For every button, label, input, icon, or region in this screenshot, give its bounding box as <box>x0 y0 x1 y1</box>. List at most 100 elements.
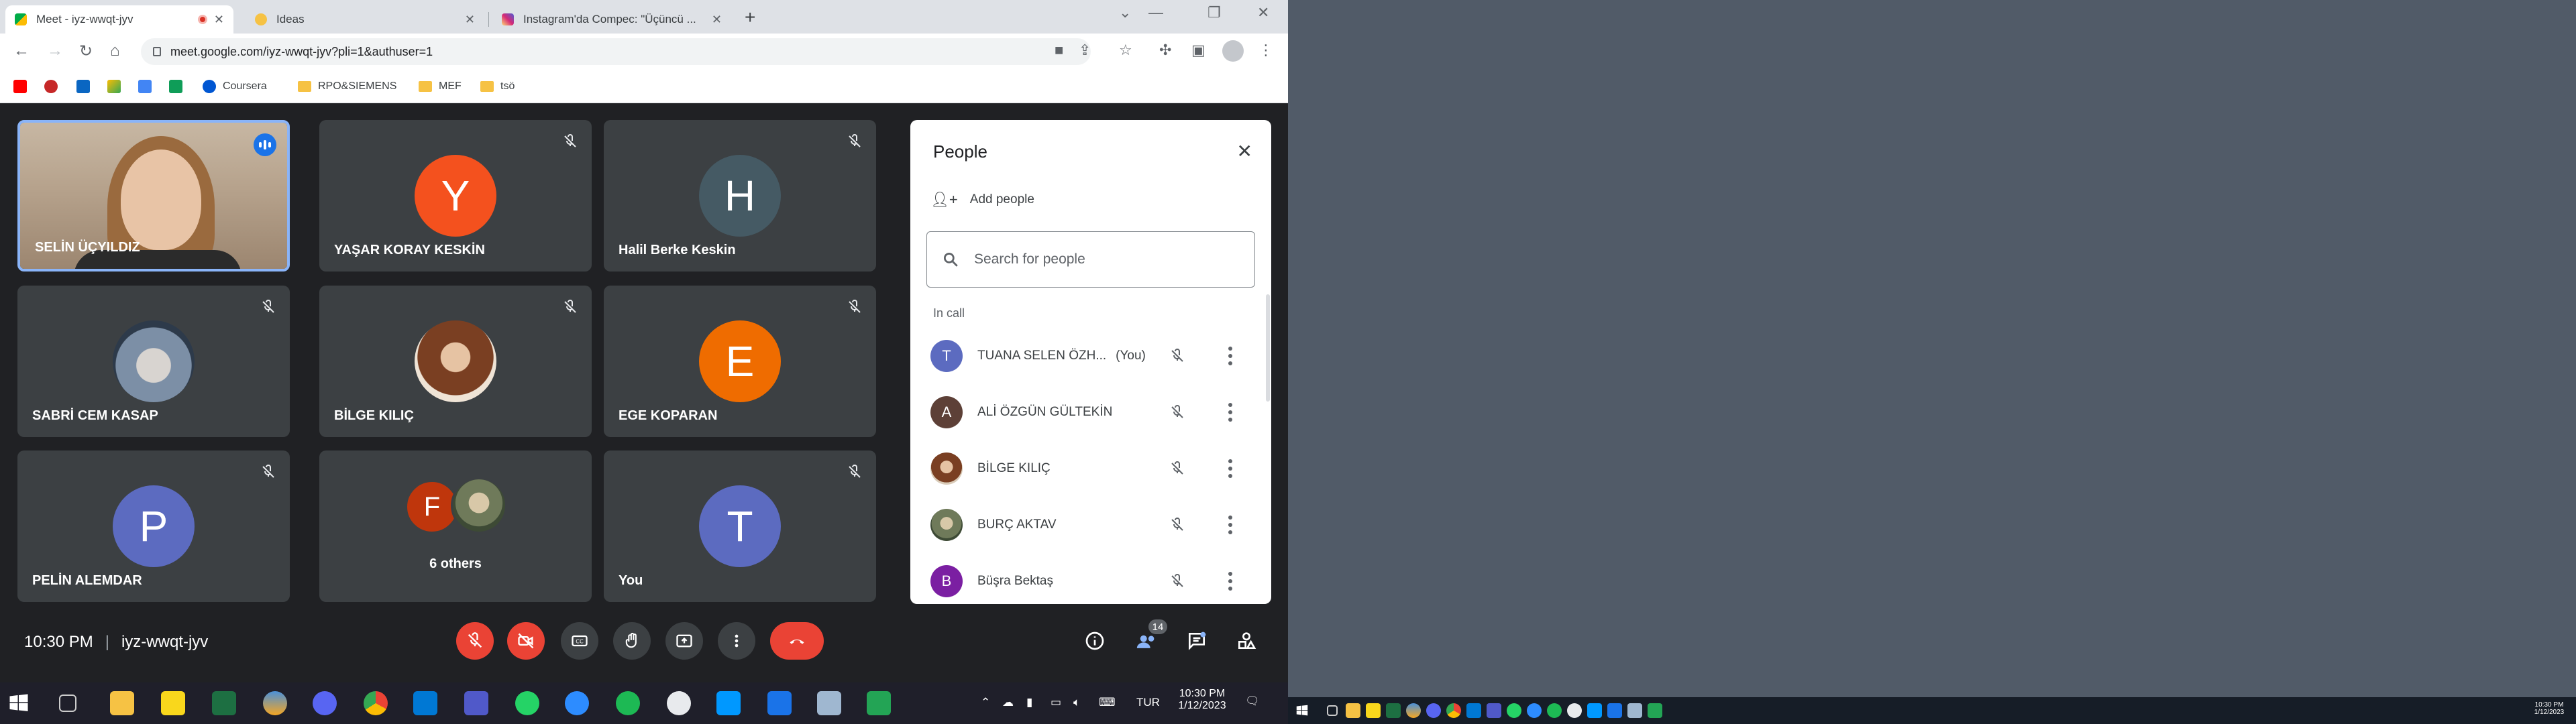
input-language[interactable]: TUR <box>1136 696 1160 709</box>
windows-start-icon[interactable] <box>7 691 31 715</box>
sticky-notes-icon[interactable] <box>161 691 185 715</box>
share-icon[interactable]: ⇪ <box>1079 42 1091 59</box>
tab-meet[interactable]: Meet - iyz-wwqt-jyv ✕ <box>5 5 233 34</box>
app-icon[interactable] <box>667 691 691 715</box>
close-tab-icon[interactable]: ✕ <box>712 13 722 27</box>
usb-icon[interactable]: ▮ <box>1026 696 1032 709</box>
tab-ideas[interactable]: Ideas ✕ <box>246 5 484 34</box>
profile-avatar[interactable] <box>1222 40 1244 62</box>
mic-toggle-button[interactable] <box>456 622 494 660</box>
app-icon[interactable] <box>1648 703 1662 718</box>
person-row[interactable]: A ALİ ÖZGÜN GÜLTEKİN <box>930 392 1259 432</box>
more-options-icon[interactable] <box>1228 459 1232 478</box>
spotify-icon[interactable] <box>616 691 640 715</box>
camera-in-use-icon[interactable]: ■ <box>1055 42 1063 59</box>
zoom-icon[interactable] <box>565 691 589 715</box>
bookmark-docs[interactable] <box>138 78 158 95</box>
vscode-icon[interactable] <box>716 691 741 715</box>
home-button[interactable]: ⌂ <box>110 42 120 60</box>
mic-off-icon[interactable] <box>1169 517 1185 533</box>
new-tab-button[interactable]: + <box>745 7 755 28</box>
excel-icon[interactable] <box>1386 703 1401 718</box>
bookmark-folder-mef[interactable]: MEF <box>419 78 462 95</box>
sticky-notes-icon[interactable] <box>1366 703 1381 718</box>
bookmark-folder-tso[interactable]: tsö <box>480 78 515 95</box>
taskbar-clock[interactable]: 10:30 PM 1/12/2023 <box>1173 688 1232 712</box>
more-options-icon[interactable] <box>1228 347 1232 365</box>
teams-icon[interactable] <box>464 691 488 715</box>
participant-tile[interactable]: Y YAŞAR KORAY KESKİN <box>319 120 592 272</box>
more-options-icon[interactable] <box>1228 516 1232 534</box>
keyboard-icon[interactable]: ⌨ <box>1099 696 1116 709</box>
chrome-icon[interactable] <box>1446 703 1461 718</box>
participant-tile[interactable]: SELİN ÜÇYILDIZ <box>17 120 290 272</box>
vscode-icon[interactable] <box>1587 703 1602 718</box>
app-icon[interactable] <box>1406 703 1421 718</box>
chrome-icon[interactable] <box>364 691 388 715</box>
more-options-icon[interactable] <box>1228 403 1232 422</box>
whatsapp-icon[interactable] <box>515 691 539 715</box>
spotify-icon[interactable] <box>1547 703 1562 718</box>
network-icon[interactable]: ▭ <box>1051 696 1061 709</box>
bookmark-star-icon[interactable]: ☆ <box>1119 42 1132 59</box>
present-button[interactable] <box>665 622 703 660</box>
task-view-icon[interactable] <box>59 695 76 712</box>
mic-off-icon[interactable] <box>1169 461 1185 477</box>
bookmark-folder-rpo[interactable]: RPO&SIEMENS <box>298 78 396 95</box>
discord-icon[interactable] <box>313 691 337 715</box>
participant-tile[interactable]: BİLGE KILIÇ <box>319 286 592 437</box>
meeting-info-button[interactable] <box>1084 630 1106 655</box>
self-tile[interactable]: T You <box>604 450 876 602</box>
leave-call-button[interactable] <box>770 622 824 660</box>
menu-icon[interactable]: ⋮ <box>1258 42 1273 59</box>
file-explorer-icon[interactable] <box>1346 703 1360 718</box>
excel-icon[interactable] <box>212 691 236 715</box>
people-button[interactable]: 14 <box>1135 618 1169 656</box>
bookmark-app[interactable] <box>44 78 64 95</box>
more-options-icon[interactable] <box>1228 572 1232 591</box>
restore-button[interactable]: ❐ <box>1208 4 1221 21</box>
captions-button[interactable]: CC <box>561 622 598 660</box>
reload-button[interactable]: ↻ <box>79 42 93 61</box>
side-panel-icon[interactable]: ▣ <box>1191 42 1205 59</box>
back-button[interactable]: ← <box>13 42 30 60</box>
app-icon[interactable] <box>1627 703 1642 718</box>
minimize-button[interactable]: — <box>1148 4 1163 21</box>
tab-search-icon[interactable]: ⌄ <box>1119 4 1131 21</box>
taskbar-clock[interactable]: 10:30 PM 1/12/2023 <box>2528 701 2571 716</box>
task-view-icon[interactable] <box>1327 705 1338 716</box>
close-panel-icon[interactable]: ✕ <box>1237 140 1252 162</box>
others-tile[interactable]: F 6 others <box>319 450 592 602</box>
bookmark-linkedin[interactable] <box>76 78 97 95</box>
extensions-icon[interactable]: ✣ <box>1159 42 1171 59</box>
person-row[interactable]: BURÇ AKTAV <box>930 505 1259 545</box>
activities-button[interactable] <box>1236 630 1257 655</box>
person-row[interactable]: B Büşra Bektaş <box>930 561 1259 601</box>
search-people-input[interactable]: Search for people <box>926 231 1255 288</box>
close-tab-icon[interactable]: ✕ <box>465 13 475 27</box>
tab-instagram[interactable]: Instagram'da Compec: "Üçüncü ... ✕ <box>492 5 731 34</box>
add-people-button[interactable]: 👤︎+ Add people <box>930 191 1034 208</box>
app-icon[interactable] <box>1607 703 1622 718</box>
mic-off-icon[interactable] <box>1169 348 1185 364</box>
tray-chevron-icon[interactable]: ⌃ <box>981 696 990 709</box>
file-explorer-icon[interactable] <box>110 691 134 715</box>
participant-tile[interactable]: P PELİN ALEMDAR <box>17 450 290 602</box>
outlook-icon[interactable] <box>413 691 437 715</box>
more-options-button[interactable] <box>718 622 755 660</box>
close-window-button[interactable]: ✕ <box>1257 4 1269 21</box>
bookmark-sheets[interactable] <box>169 78 189 95</box>
camera-toggle-button[interactable] <box>507 622 545 660</box>
forward-button[interactable]: → <box>47 42 63 60</box>
mic-off-icon[interactable] <box>1169 404 1185 420</box>
teams-icon[interactable] <box>1487 703 1501 718</box>
address-bar[interactable]: meet.google.com/iyz-wwqt-jyv?pli=1&authu… <box>141 38 1091 65</box>
cloud-icon[interactable]: ☁ <box>1002 696 1014 709</box>
app-icon[interactable] <box>1567 703 1582 718</box>
raise-hand-button[interactable] <box>613 622 651 660</box>
person-row[interactable]: T TUANA SELEN ÖZH... (You) <box>930 336 1259 376</box>
close-tab-icon[interactable]: ✕ <box>214 13 224 27</box>
bookmark-youtube[interactable] <box>13 78 34 95</box>
bookmark-coursera[interactable]: Coursera <box>203 78 267 95</box>
windows-start-icon[interactable] <box>1295 703 1309 718</box>
